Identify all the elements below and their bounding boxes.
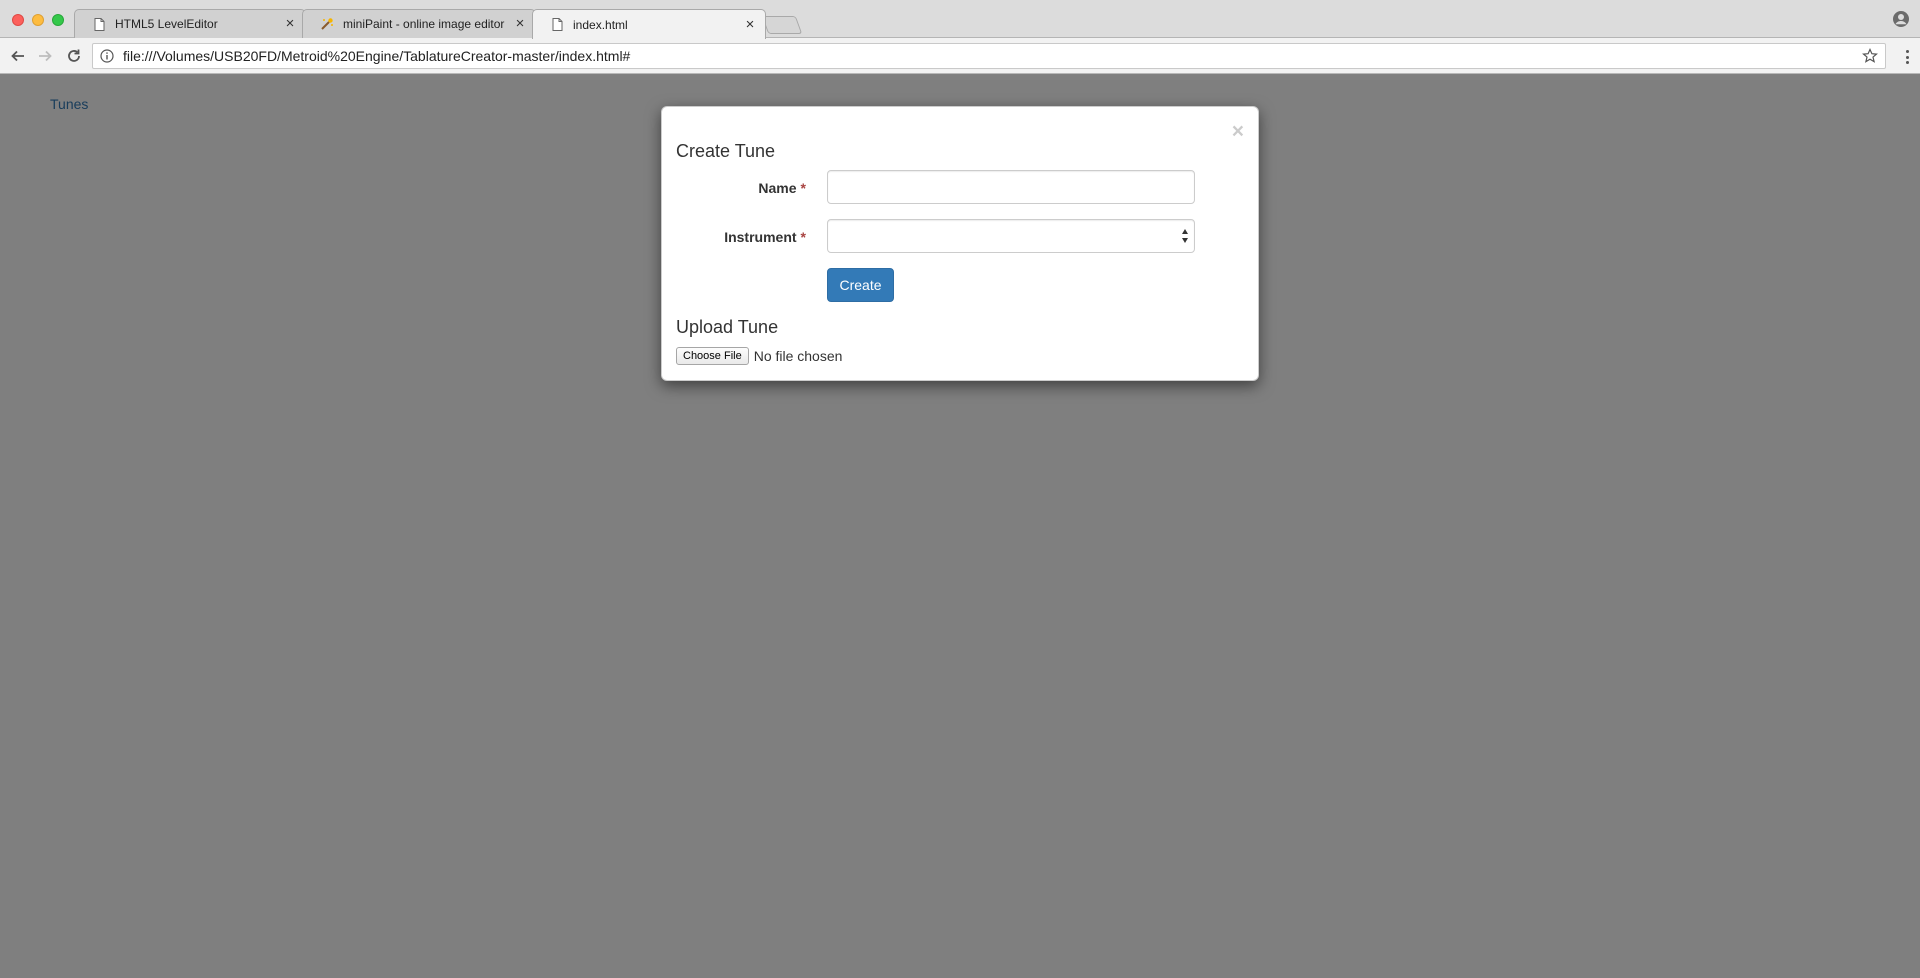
window-zoom-button[interactable] — [52, 14, 64, 26]
required-marker: * — [800, 229, 806, 245]
tab-title: miniPaint - online image editor — [343, 17, 505, 31]
select-arrows-icon — [1181, 229, 1189, 243]
address-url[interactable]: file:///Volumes/USB20FD/Metroid%20Engine… — [123, 48, 1861, 64]
back-arrow-icon[interactable] — [8, 46, 28, 66]
upload-tune-heading: Upload Tune — [676, 317, 779, 337]
minipaint-icon — [319, 16, 335, 32]
tab-html5-leveleditor[interactable]: HTML5 LevelEditor × — [74, 9, 306, 38]
tab-close-icon[interactable]: × — [513, 16, 527, 31]
tab-title: index.html — [573, 17, 628, 32]
tab-index-html[interactable]: index.html × — [532, 9, 766, 39]
instrument-label: Instrument * — [676, 229, 806, 245]
instrument-select[interactable] — [827, 219, 1195, 253]
tab-close-icon[interactable]: × — [743, 17, 757, 32]
create-button[interactable]: Create — [827, 268, 894, 302]
profile-icon[interactable] — [1892, 10, 1910, 28]
tab-close-icon[interactable]: × — [283, 16, 297, 31]
forward-arrow-icon[interactable] — [35, 46, 55, 66]
browser-toolbar: file:///Volumes/USB20FD/Metroid%20Engine… — [0, 38, 1920, 74]
window-minimize-button[interactable] — [32, 14, 44, 26]
info-icon[interactable] — [99, 48, 115, 64]
instrument-label-text: Instrument — [724, 229, 797, 245]
browser-menu-icon[interactable] — [1902, 48, 1912, 66]
close-icon[interactable]: × — [1232, 121, 1244, 142]
file-status-text: No file chosen — [753, 348, 843, 364]
create-tune-modal: × Create Tune Name * Instrument * Create U… — [661, 106, 1259, 381]
name-input[interactable] — [827, 170, 1195, 204]
tab-minipaint[interactable]: miniPaint - online image editor × — [302, 9, 536, 38]
browser-tab-strip: HTML5 LevelEditor × miniPaint - online i… — [0, 0, 1920, 39]
choose-file-button[interactable]: Choose File — [676, 347, 749, 365]
file-upload-input: Choose File No file chosen — [676, 347, 842, 365]
tab-title: HTML5 LevelEditor — [115, 17, 218, 31]
name-label-text: Name — [758, 180, 797, 196]
page-icon — [91, 16, 107, 32]
reload-icon[interactable] — [64, 46, 84, 66]
create-tune-heading: Create Tune — [676, 141, 776, 161]
page-icon — [549, 17, 565, 33]
window-close-button[interactable] — [12, 14, 24, 26]
name-label: Name * — [676, 180, 806, 196]
required-marker: * — [800, 180, 806, 196]
bookmark-star-icon[interactable] — [1861, 47, 1879, 65]
new-tab-button[interactable] — [761, 16, 803, 34]
address-bar[interactable]: file:///Volumes/USB20FD/Metroid%20Engine… — [92, 43, 1886, 69]
